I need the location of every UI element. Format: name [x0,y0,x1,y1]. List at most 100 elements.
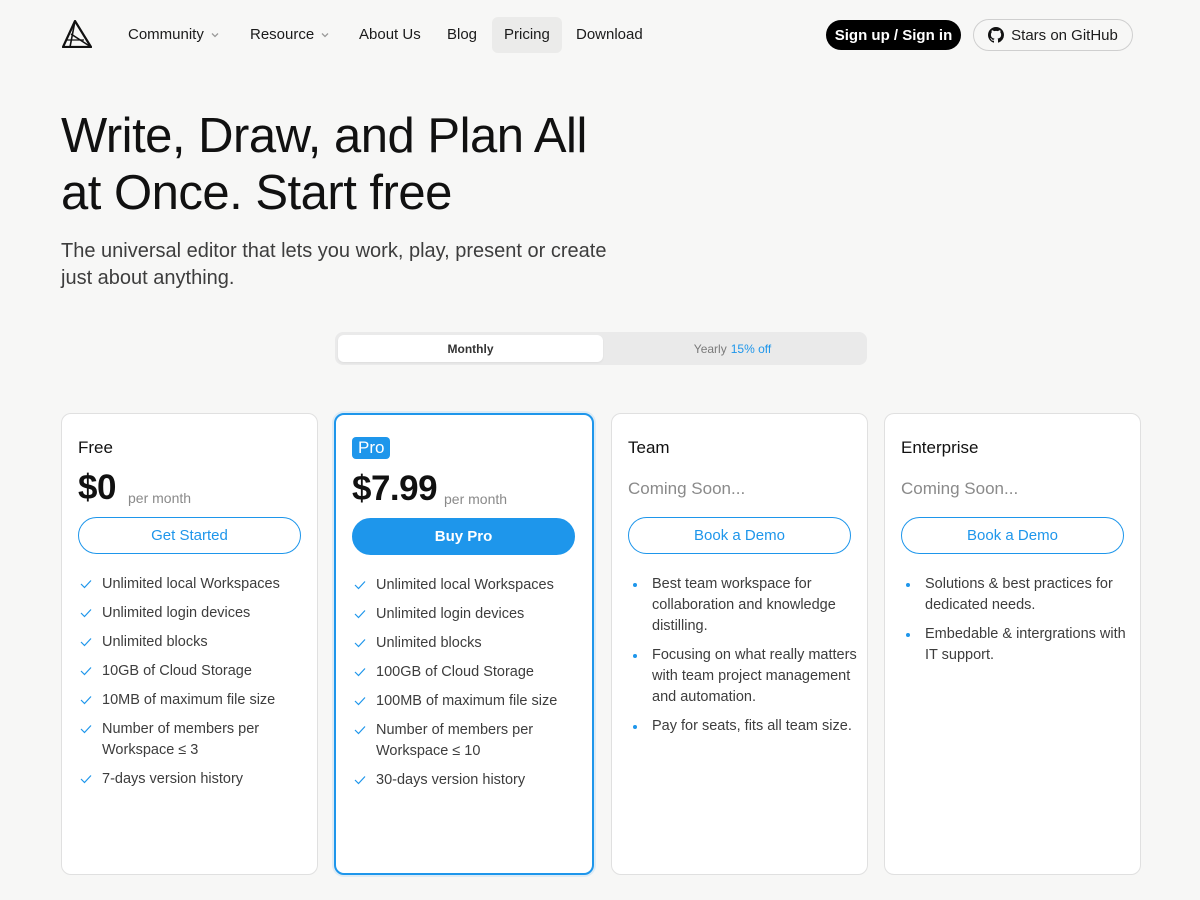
book-demo-button[interactable]: Book a Demo [628,517,851,554]
feature-item: Unlimited login devices [352,604,582,625]
bullet-dot [633,583,637,587]
check-icon [80,638,92,647]
hero-title-line1: Write, Draw, and Plan All [61,109,587,163]
feature-item: Pay for seats, fits all team size. [628,716,860,737]
nav-download-label: Download [576,26,643,43]
toggle-yearly[interactable]: Yearly 15% off [600,335,865,362]
check-icon [354,668,366,677]
get-started-button[interactable]: Get Started [78,517,301,554]
feature-item: Unlimited blocks [352,633,582,654]
feature-text: Unlimited blocks [102,634,208,650]
check-icon [80,609,92,618]
check-icon [354,726,366,735]
feature-text: Solutions & best practices for dedicated… [925,576,1113,613]
feature-item: Unlimited login devices [78,603,308,624]
nav-pricing-label: Pricing [504,26,550,43]
github-icon [988,27,1005,43]
feature-list: Unlimited local Workspaces Unlimited log… [78,574,308,798]
feature-item: 30-days version history [352,770,582,791]
feature-item: Solutions & best practices for dedicated… [901,574,1133,616]
feature-item: 10MB of maximum file size [78,690,308,711]
chevron-down-icon [211,33,219,38]
check-icon [354,581,366,590]
check-icon [80,725,92,734]
feature-item: 100MB of maximum file size [352,691,582,712]
feature-text: Embedable & intergrations with IT suppor… [925,626,1126,663]
feature-item: Number of members per Workspace ≤ 10 [352,720,582,762]
nav-resource-label: Resource [250,26,315,43]
feature-text: 10GB of Cloud Storage [102,663,252,679]
feature-text: Unlimited blocks [376,635,482,651]
nav-community[interactable]: Community [116,17,232,53]
github-label: Stars on GitHub [1011,26,1118,44]
feature-text: 30-days version history [376,772,526,788]
check-icon [80,775,92,784]
plan-card-team: Team Coming Soon... Book a Demo Best tea… [611,413,868,875]
check-icon [80,696,92,705]
yearly-discount-badge: 15% off [730,341,772,356]
feature-text: Best team workspace for collaboration an… [652,576,836,634]
buy-pro-button[interactable]: Buy Pro [352,518,575,555]
nav-community-label: Community [128,26,204,43]
feature-item: Unlimited local Workspaces [352,575,582,596]
hero-subtitle-line1: The universal editor that lets you work,… [61,240,607,262]
plan-period: per month [128,490,192,506]
nav-pricing[interactable]: Pricing [492,17,562,53]
nav-download[interactable]: Download [564,17,655,53]
feature-item: 10GB of Cloud Storage [78,661,308,682]
plan-status: Coming Soon... [901,479,1019,498]
plan-period: per month [444,491,508,507]
toggle-monthly[interactable]: Monthly [338,335,603,362]
bullet-dot [633,725,637,729]
check-icon [354,697,366,706]
check-icon [354,639,366,648]
bullet-dot [906,633,910,637]
github-stars-button[interactable]: Stars on GitHub [973,19,1133,51]
nav-resource[interactable]: Resource [238,17,342,53]
feature-item: Embedable & intergrations with IT suppor… [901,624,1133,666]
nav-about-us[interactable]: About Us [347,17,433,53]
hero-title-line2: at Once. Start free [61,166,452,220]
feature-text: Pay for seats, fits all team size. [652,718,852,734]
bullet-dot [633,654,637,658]
pro-badge: Pro [352,437,391,459]
plan-name: Team [628,438,670,457]
hero-title: Write, Draw, and Plan All at Once. Start… [61,108,681,222]
feature-item: Number of members per Workspace ≤ 3 [78,719,308,761]
feature-item: 7-days version history [78,769,308,790]
feature-text: Unlimited local Workspaces [102,576,280,592]
feature-item: Focusing on what really matters with tea… [628,645,860,708]
plan-card-enterprise: Enterprise Coming Soon... Book a Demo So… [884,413,1141,875]
plan-price: $0 [78,468,116,507]
toggle-yearly-label: Yearly [693,341,727,356]
plan-name: Free [78,438,113,457]
signup-signin-button[interactable]: Sign up / Sign in [826,20,961,50]
feature-text: 100GB of Cloud Storage [376,664,534,680]
hero-subtitle: The universal editor that lets you work,… [61,238,681,292]
plan-card-free: Free $0 per month Get Started Unlimited … [61,413,318,875]
check-icon [354,610,366,619]
feature-text: Focusing on what really matters with tea… [652,647,857,705]
feature-text: 100MB of maximum file size [376,693,558,709]
feature-text: Unlimited local Workspaces [376,577,554,593]
feature-item: Unlimited blocks [78,632,308,653]
feature-list: Unlimited local Workspaces Unlimited log… [352,575,582,799]
nav-blog[interactable]: Blog [435,17,489,53]
affine-logo-icon[interactable] [62,20,92,48]
feature-item: Best team workspace for collaboration an… [628,574,860,637]
feature-item: Unlimited local Workspaces [78,574,308,595]
book-demo-button[interactable]: Book a Demo [901,517,1124,554]
nav-about-us-label: About Us [359,26,421,43]
hero-subtitle-line2: just about anything. [61,267,235,289]
top-nav: Community Resource About Us Blog Pricing… [0,0,1200,70]
check-icon [354,776,366,785]
plan-card-pro: Pro $7.99 per month Buy Pro Unlimited lo… [334,413,594,875]
feature-text: Unlimited login devices [376,606,525,622]
chevron-down-icon [321,33,329,38]
bullet-dot [906,583,910,587]
feature-item: 100GB of Cloud Storage [352,662,582,683]
feature-list: Best team workspace for collaboration an… [628,574,860,745]
billing-period-toggle: Monthly Yearly 15% off [335,332,867,365]
feature-text: Unlimited login devices [102,605,251,621]
nav-blog-label: Blog [447,26,478,43]
